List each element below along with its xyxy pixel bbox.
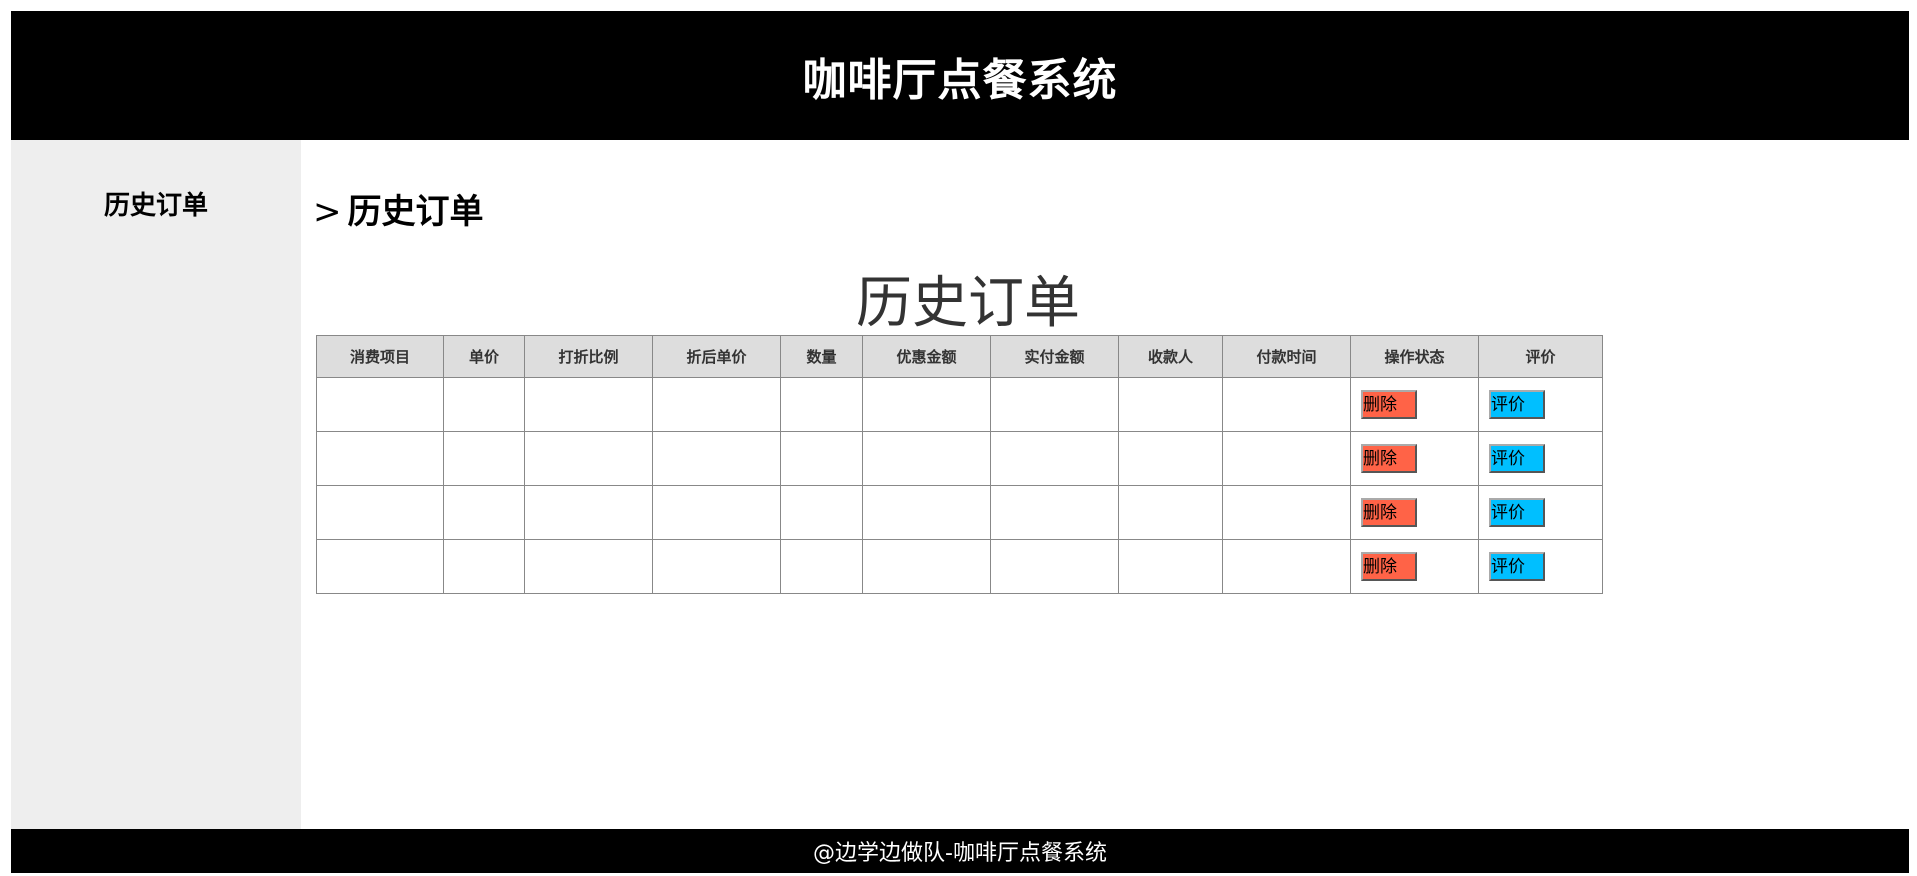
delete-button[interactable]: 删除: [1361, 390, 1417, 419]
table-header-row: 消费项目 单价 打折比例 折后单价 数量 优惠金额 实付金额 收款人 付款时间 …: [316, 335, 1603, 378]
table-cell: [862, 431, 991, 486]
column-header-discount-rate: 打折比例: [524, 335, 653, 378]
table-cell: [652, 377, 781, 432]
table-cell: [1222, 377, 1351, 432]
table-cell: [524, 485, 653, 540]
table-cell: [652, 431, 781, 486]
sidebar: 历史订单: [11, 140, 301, 829]
table-cell: [524, 539, 653, 594]
page-title: 历史订单: [856, 271, 1080, 336]
review-cell: 评价: [1478, 539, 1603, 594]
table-cell: [443, 485, 525, 540]
delete-button[interactable]: 删除: [1361, 552, 1417, 581]
delete-button[interactable]: 删除: [1361, 444, 1417, 473]
table-cell: [1118, 539, 1223, 594]
table-cell: [1222, 485, 1351, 540]
column-header-unit-price: 单价: [443, 335, 525, 378]
column-header-discounted-price: 折后单价: [652, 335, 781, 378]
table-cell: [780, 431, 863, 486]
table-cell: [1118, 485, 1223, 540]
review-cell: 评价: [1478, 377, 1603, 432]
table-row: 删除 评价: [316, 539, 1603, 594]
app-frame: 咖啡厅点餐系统 历史订单 > 历史订单 历史订单 消费项目 单价 打折比例 折后单…: [11, 11, 1909, 873]
table-cell: [862, 377, 991, 432]
operation-cell: 删除: [1350, 431, 1479, 486]
review-cell: 评价: [1478, 485, 1603, 540]
column-header-item: 消费项目: [316, 335, 444, 378]
table-cell: [990, 539, 1119, 594]
table-cell: [443, 377, 525, 432]
review-button[interactable]: 评价: [1489, 552, 1545, 581]
main-content: > 历史订单 历史订单 消费项目 单价 打折比例 折后单价 数量 优惠金额 实付金…: [301, 140, 1909, 829]
table-cell: [1222, 539, 1351, 594]
column-header-operation: 操作状态: [1350, 335, 1479, 378]
table-cell: [990, 485, 1119, 540]
app-title: 咖啡厅点餐系统: [802, 54, 1118, 106]
table-cell: [1118, 431, 1223, 486]
table-cell: [780, 539, 863, 594]
header-bar: 咖啡厅点餐系统: [11, 11, 1909, 140]
table-cell: [524, 431, 653, 486]
column-header-paid-amount: 实付金额: [990, 335, 1119, 378]
column-header-cashier: 收款人: [1118, 335, 1223, 378]
breadcrumb-current: 历史订单: [347, 192, 484, 232]
review-button[interactable]: 评价: [1489, 390, 1545, 419]
sidebar-item-history-orders[interactable]: 历史订单: [11, 185, 301, 222]
table-cell: [1222, 431, 1351, 486]
table-row: 删除 评价: [316, 431, 1603, 486]
table-cell: [1118, 377, 1223, 432]
table-cell: [652, 485, 781, 540]
table-cell: [316, 539, 444, 594]
table-cell: [652, 539, 781, 594]
orders-table: 消费项目 单价 打折比例 折后单价 数量 优惠金额 实付金额 收款人 付款时间 …: [316, 335, 1603, 594]
table-cell: [316, 377, 444, 432]
table-cell: [990, 377, 1119, 432]
column-header-quantity: 数量: [780, 335, 863, 378]
table-row: 删除 评价: [316, 485, 1603, 540]
delete-button[interactable]: 删除: [1361, 498, 1417, 527]
column-header-payment-time: 付款时间: [1222, 335, 1351, 378]
breadcrumb-separator: >: [313, 192, 342, 232]
breadcrumb: > 历史订单: [313, 184, 484, 233]
table-cell: [990, 431, 1119, 486]
review-cell: 评价: [1478, 431, 1603, 486]
column-header-discount-amount: 优惠金额: [862, 335, 991, 378]
operation-cell: 删除: [1350, 377, 1479, 432]
footer-credit: @边学边做队-咖啡厅点餐系统: [813, 841, 1107, 866]
table-cell: [443, 539, 525, 594]
table-cell: [780, 377, 863, 432]
column-header-review: 评价: [1478, 335, 1603, 378]
footer-bar: @边学边做队-咖啡厅点餐系统: [11, 829, 1909, 873]
table-cell: [780, 485, 863, 540]
table-cell: [862, 539, 991, 594]
review-button[interactable]: 评价: [1489, 498, 1545, 527]
table-cell: [443, 431, 525, 486]
operation-cell: 删除: [1350, 539, 1479, 594]
review-button[interactable]: 评价: [1489, 444, 1545, 473]
operation-cell: 删除: [1350, 485, 1479, 540]
table-cell: [524, 377, 653, 432]
table-cell: [316, 485, 444, 540]
table-cell: [862, 485, 991, 540]
table-cell: [316, 431, 444, 486]
table-row: 删除 评价: [316, 377, 1603, 432]
